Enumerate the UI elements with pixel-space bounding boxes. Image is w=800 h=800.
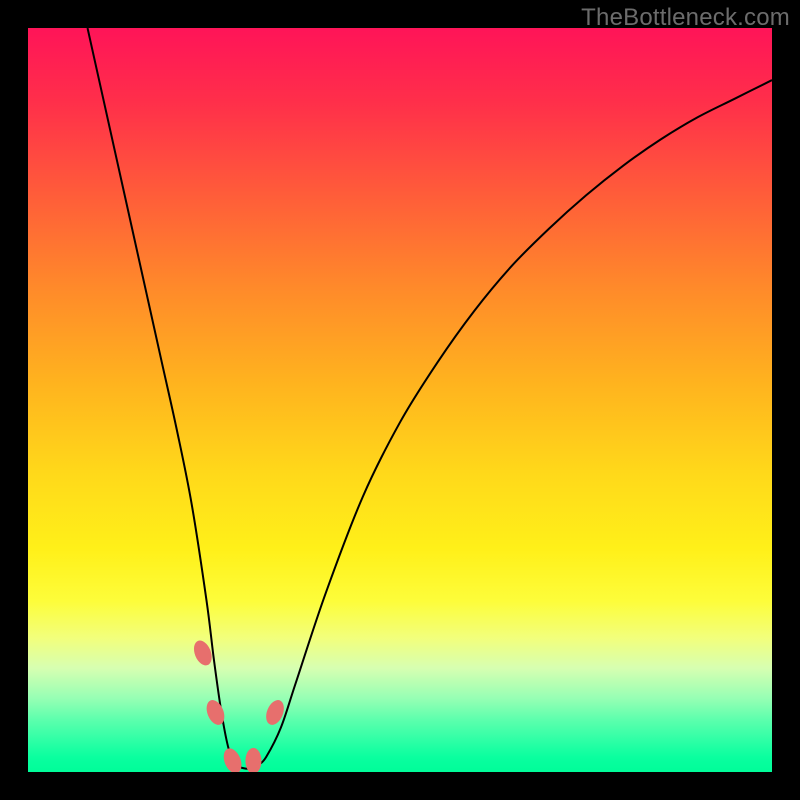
gradient-background [28,28,772,772]
chart-frame [28,28,772,772]
